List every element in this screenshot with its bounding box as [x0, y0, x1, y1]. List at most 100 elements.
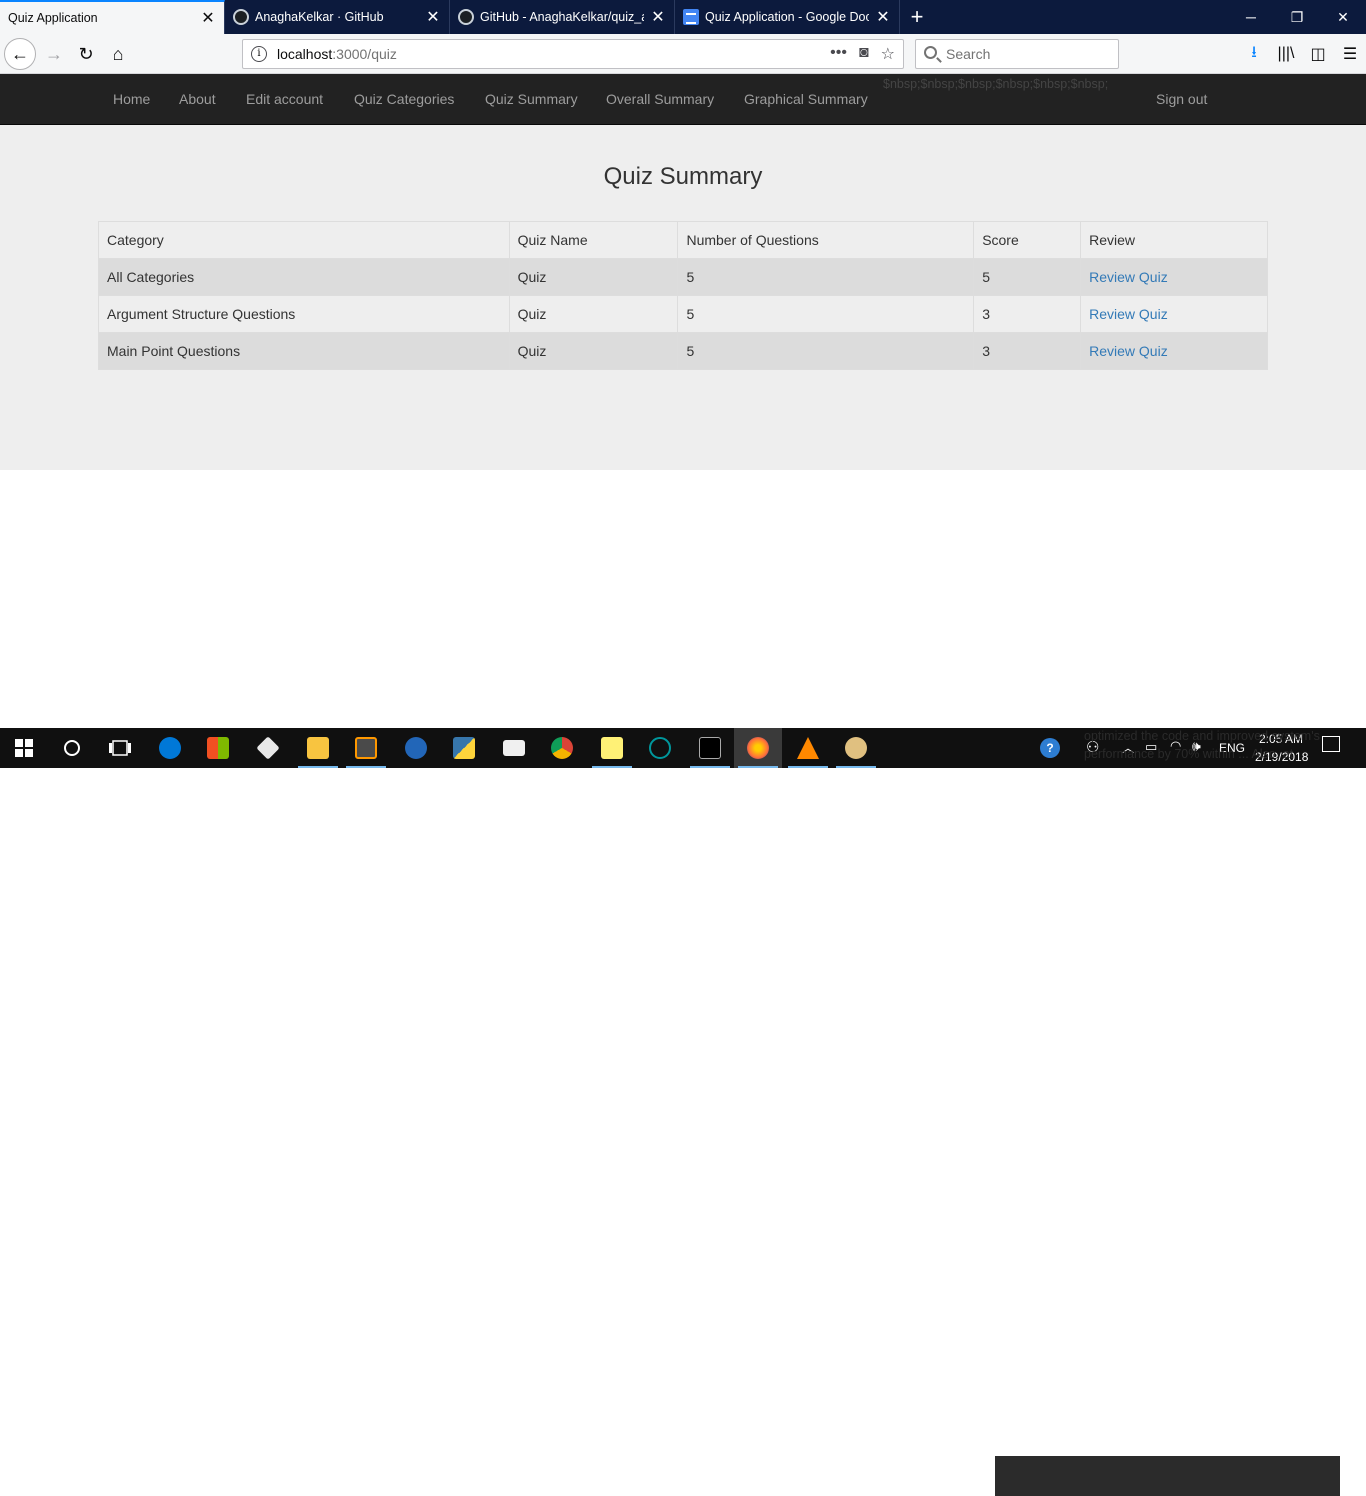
- cell-score: 3: [973, 332, 1082, 370]
- cortana-icon: [64, 740, 80, 756]
- taskbar-app-explorer[interactable]: [294, 728, 342, 768]
- tab-title: GitHub - AnaghaKelkar/quiz_ap: [480, 10, 644, 24]
- taskbar-app-mail[interactable]: [490, 728, 538, 768]
- download-icon[interactable]: ⭳: [1238, 38, 1270, 70]
- review-quiz-link[interactable]: Review Quiz: [1089, 343, 1168, 359]
- taskbar-app-sticky-notes[interactable]: [588, 728, 636, 768]
- nav-edit-account[interactable]: Edit account: [246, 91, 323, 107]
- taskbar-app-arduino[interactable]: [636, 728, 684, 768]
- info-icon[interactable]: i: [251, 46, 267, 62]
- taskbar-app-store[interactable]: [194, 728, 242, 768]
- url-text: localhost:3000/quiz: [277, 46, 397, 62]
- tab-github-repo[interactable]: GitHub - AnaghaKelkar/quiz_ap ✕: [450, 0, 675, 34]
- browser-toolbar: ← → ↻ ⌂ i localhost:3000/quiz ••• ◙ ☆ Se…: [0, 34, 1366, 74]
- toolbar-right: ⭳ |||\ ◫ ☰: [1238, 38, 1366, 70]
- review-quiz-link[interactable]: Review Quiz: [1089, 306, 1168, 322]
- search-placeholder: Search: [946, 46, 991, 62]
- reload-button[interactable]: ↻: [70, 38, 102, 70]
- taskbar-app-firefox[interactable]: [734, 728, 782, 768]
- url-bar[interactable]: i localhost:3000/quiz ••• ◙ ☆: [242, 39, 904, 69]
- taskbar-app-dropbox[interactable]: [244, 728, 292, 768]
- pocket-icon[interactable]: ◙: [859, 44, 869, 64]
- r-icon: [405, 737, 427, 759]
- tab-title: Quiz Application - Google Docs: [705, 10, 869, 24]
- taskbar-app-edge[interactable]: [146, 728, 194, 768]
- cell-questions: 5: [677, 332, 975, 370]
- task-view-button[interactable]: [96, 728, 144, 768]
- vlc-icon: [797, 737, 819, 759]
- browser-tab-strip: Quiz Application ✕ AnaghaKelkar · GitHub…: [0, 0, 1366, 34]
- nav-home[interactable]: Home: [113, 91, 150, 107]
- nav-quiz-categories[interactable]: Quiz Categories: [354, 91, 454, 107]
- start-button[interactable]: [0, 728, 48, 768]
- back-button[interactable]: ←: [4, 38, 36, 70]
- github-icon: [233, 9, 249, 25]
- taskbar-app-sublime[interactable]: [342, 728, 390, 768]
- sticky-notes-icon: [601, 737, 623, 759]
- sidebar-icon[interactable]: ◫: [1302, 38, 1334, 70]
- cell-category: Main Point Questions: [98, 332, 510, 370]
- cell-review: Review Quiz: [1080, 295, 1268, 333]
- folder-icon: [307, 737, 329, 759]
- page-actions-icon[interactable]: •••: [830, 44, 847, 64]
- tab-google-docs[interactable]: Quiz Application - Google Docs ✕: [675, 0, 900, 34]
- cell-quiz-name: Quiz: [508, 295, 679, 333]
- tray-area: [995, 1456, 1340, 1496]
- cell-questions: 5: [677, 258, 975, 296]
- tab-quiz-application[interactable]: Quiz Application ✕: [0, 0, 225, 34]
- nav-graphical-summary[interactable]: Graphical Summary: [744, 91, 868, 107]
- firefox-icon: [747, 737, 769, 759]
- mail-icon: [503, 740, 525, 756]
- paint-icon: [845, 737, 867, 759]
- window-controls: ─ ❐ ✕: [1228, 0, 1366, 34]
- nav-sign-out[interactable]: Sign out: [1156, 91, 1207, 107]
- overlay-line-2: performance by 70% within ... Also, at: [1084, 747, 1294, 761]
- header-number-of-questions: Number of Questions: [677, 221, 975, 259]
- taskbar-app-terminal[interactable]: [686, 728, 734, 768]
- task-view-icon: [109, 740, 131, 756]
- chrome-icon: [551, 737, 573, 759]
- header-category: Category: [98, 221, 510, 259]
- table-row: Main Point Questions Quiz 5 3 Review Qui…: [98, 332, 1268, 370]
- arduino-icon: [649, 737, 671, 759]
- new-tab-button[interactable]: +: [900, 0, 934, 34]
- google-docs-icon: [683, 9, 699, 25]
- cell-quiz-name: Quiz: [508, 332, 679, 370]
- table-header-row: Category Quiz Name Number of Questions S…: [98, 221, 1268, 259]
- search-input[interactable]: Search: [915, 39, 1119, 69]
- menu-icon[interactable]: ☰: [1334, 38, 1366, 70]
- review-quiz-link[interactable]: Review Quiz: [1089, 269, 1168, 285]
- sublime-icon: [355, 737, 377, 759]
- nav-about[interactable]: About: [179, 91, 216, 107]
- taskbar-app-paint[interactable]: [832, 728, 880, 768]
- github-icon: [458, 9, 474, 25]
- header-review: Review: [1080, 221, 1268, 259]
- taskbar-app-vlc[interactable]: [784, 728, 832, 768]
- close-icon[interactable]: ✕: [650, 7, 666, 27]
- overlay-document-text: optimized the code and improved system's…: [1084, 727, 1320, 763]
- taskbar-app-python[interactable]: [440, 728, 488, 768]
- taskbar-app-r[interactable]: [392, 728, 440, 768]
- cell-score: 3: [973, 295, 1082, 333]
- home-button[interactable]: ⌂: [102, 38, 134, 70]
- quiz-summary-table: Category Quiz Name Number of Questions S…: [98, 221, 1268, 370]
- minimize-button[interactable]: ─: [1228, 0, 1274, 34]
- python-icon: [453, 737, 475, 759]
- nav-overall-summary[interactable]: Overall Summary: [606, 91, 714, 107]
- close-window-button[interactable]: ✕: [1320, 0, 1366, 34]
- close-icon[interactable]: ✕: [200, 8, 216, 28]
- tab-github-profile[interactable]: AnaghaKelkar · GitHub ✕: [225, 0, 450, 34]
- cell-category: All Categories: [98, 258, 510, 296]
- library-icon[interactable]: |||\: [1270, 38, 1302, 70]
- restore-button[interactable]: ❐: [1274, 0, 1320, 34]
- taskbar-app-chrome[interactable]: [538, 728, 586, 768]
- cortana-button[interactable]: [48, 728, 96, 768]
- help-icon[interactable]: ?: [1040, 738, 1060, 758]
- forward-button[interactable]: →: [38, 38, 70, 70]
- cell-category: Argument Structure Questions: [98, 295, 510, 333]
- close-icon[interactable]: ✕: [425, 7, 441, 27]
- close-icon[interactable]: ✕: [875, 7, 891, 27]
- bookmark-star-icon[interactable]: ☆: [881, 44, 895, 64]
- action-center-icon[interactable]: [1322, 736, 1340, 752]
- nav-quiz-summary[interactable]: Quiz Summary: [485, 91, 578, 107]
